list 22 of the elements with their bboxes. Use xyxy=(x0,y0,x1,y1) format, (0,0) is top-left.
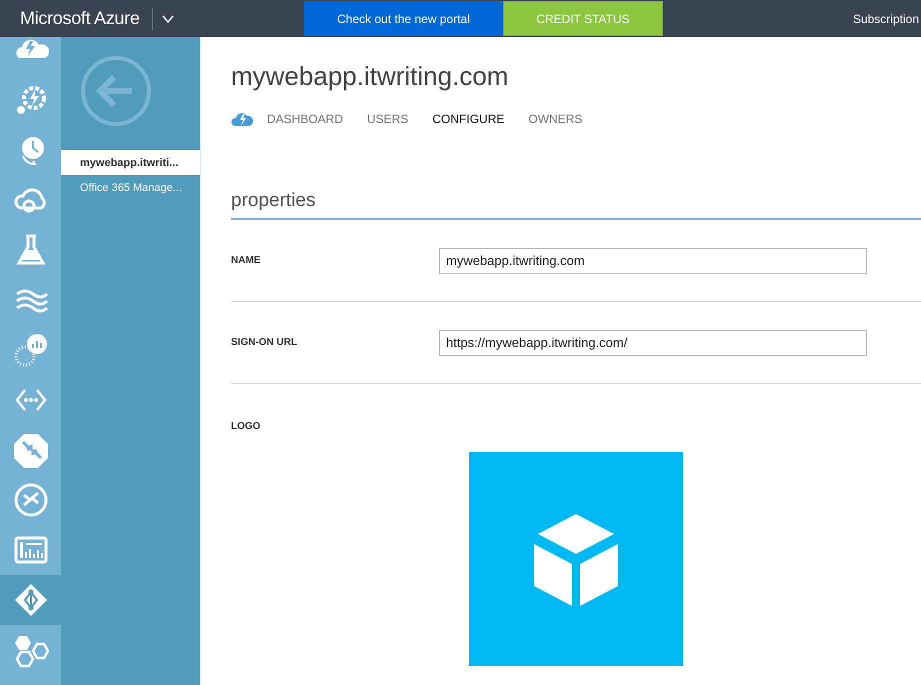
field-label: NAME xyxy=(231,255,262,266)
tab[interactable]: DASHBOARD xyxy=(267,112,344,126)
section-heading: properties xyxy=(231,190,921,220)
cloud-icon xyxy=(231,112,253,126)
diamond-icon xyxy=(12,582,48,618)
chart-bubble-icon xyxy=(12,332,48,368)
field-label: LOGO xyxy=(231,421,260,432)
brand-name: Microsoft Azure xyxy=(20,8,141,29)
tab[interactable]: CONFIGURE xyxy=(432,112,504,126)
subscriptions-link[interactable]: Subscription xyxy=(852,12,921,26)
octagon-arrows-icon xyxy=(12,432,48,468)
cube-icon xyxy=(534,512,618,606)
panel-item[interactable]: mywebapp.itwriti... xyxy=(61,150,200,175)
portal-button[interactable]: Check out the new portal xyxy=(304,1,503,36)
field-label: SIGN-ON URL xyxy=(231,337,298,348)
panel-item[interactable]: Office 365 Manage... xyxy=(61,175,200,200)
input-field[interactable]: mywebapp.itwriting.com xyxy=(439,248,867,274)
nav-rail-item[interactable] xyxy=(0,575,61,625)
input-field[interactable]: https://mywebapp.itwriting.com/ xyxy=(439,330,867,356)
tab[interactable]: OWNERS xyxy=(528,112,582,126)
tab[interactable]: USERS xyxy=(367,112,408,126)
page-title: mywebapp.itwriting.com xyxy=(231,61,510,92)
